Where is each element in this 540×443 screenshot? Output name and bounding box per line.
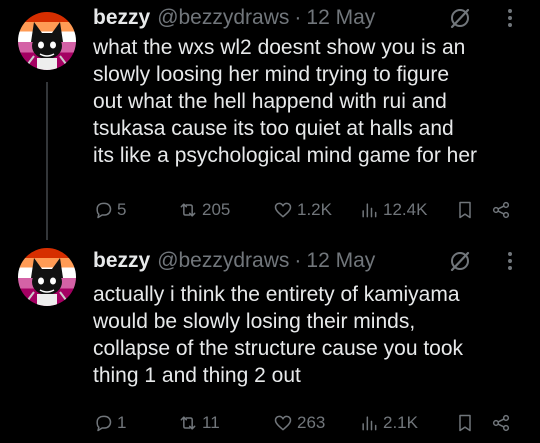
grok-icon[interactable] [448,249,472,273]
repost-count: 205 [202,200,231,219]
share-button[interactable] [491,410,511,436]
post-text-line: collapse of the structure cause you took [93,337,464,360]
display-name[interactable]: bezzy [93,6,150,30]
repost-button[interactable]: 11 [178,410,220,436]
views-icon [362,416,377,431]
bookmark-icon [459,414,471,432]
views-icon [362,203,377,218]
reply-icon [96,415,112,432]
repost-count: 11 [202,413,220,432]
avatar-character-art [27,22,67,70]
post-date[interactable]: 12 May [306,249,375,273]
more-icon[interactable] [500,249,520,273]
like-count: 263 [297,413,326,432]
bookmark-button[interactable] [455,410,475,436]
avatar[interactable] [18,248,76,306]
repost-button[interactable]: 205 [178,197,230,223]
post-header: bezzy @bezzydraws · 12 May [93,248,520,274]
post-text-line: its like a psychological mind game for h… [93,144,478,167]
share-icon [492,414,510,432]
repost-icon [180,203,196,217]
heart-icon [274,202,292,218]
post-text-line: tsukasa cause its too quiet at halls and [93,117,454,140]
grok-icon[interactable] [448,6,472,30]
action-bar: 1 11 263 2.1K [93,410,523,436]
repost-icon [180,416,196,430]
views-count: 12.4K [383,200,428,219]
separator-dot: · [294,249,302,272]
share-icon [492,201,510,219]
separator-dot: · [294,6,302,29]
like-button[interactable]: 263 [273,410,325,436]
post-date[interactable]: 12 May [306,6,375,30]
handle[interactable]: @bezzydraws [157,249,289,273]
post-1[interactable]: bezzy @bezzydraws · 12 May what the wxs … [0,0,540,240]
reply-button[interactable]: 1 [93,410,126,436]
like-count: 1.2K [297,200,332,219]
post-text: what the wxs wl2 doesnt show you is an s… [93,34,533,169]
views-button[interactable]: 2.1K [359,410,418,436]
post-text-line: thing 1 and thing 2 out [93,364,301,387]
handle[interactable]: @bezzydraws [157,6,289,30]
thread-line [46,82,48,240]
more-icon[interactable] [500,6,520,30]
reply-icon [96,202,112,219]
avatar[interactable] [18,12,76,70]
bookmark-icon [459,201,471,219]
reply-count: 1 [117,413,127,432]
post-text-line: slowly loosing her mind trying to figure [93,63,449,86]
post-text-line: what the wxs wl2 doesnt show you is an [93,36,466,59]
reply-button[interactable]: 5 [93,197,126,223]
heart-icon [274,415,292,431]
display-name[interactable]: bezzy [93,249,150,273]
post-2[interactable]: bezzy @bezzydraws · 12 May actually i th… [0,230,540,443]
action-bar: 5 205 1.2K 12.4K [93,197,523,223]
post-text-line: out what the hell happend with rui and [93,90,447,113]
reply-count: 5 [117,200,127,219]
like-button[interactable]: 1.2K [273,197,332,223]
post-text: actually i think the entirety of kamiyam… [93,281,533,389]
post-text-line: actually i think the entirety of kamiyam… [93,283,460,306]
post-header: bezzy @bezzydraws · 12 May [93,5,520,31]
bookmark-button[interactable] [455,197,475,223]
avatar-character-art [27,258,67,306]
views-count: 2.1K [383,413,418,432]
post-text-line: would be slowly losing their minds, [93,310,416,333]
share-button[interactable] [491,197,511,223]
views-button[interactable]: 12.4K [359,197,427,223]
